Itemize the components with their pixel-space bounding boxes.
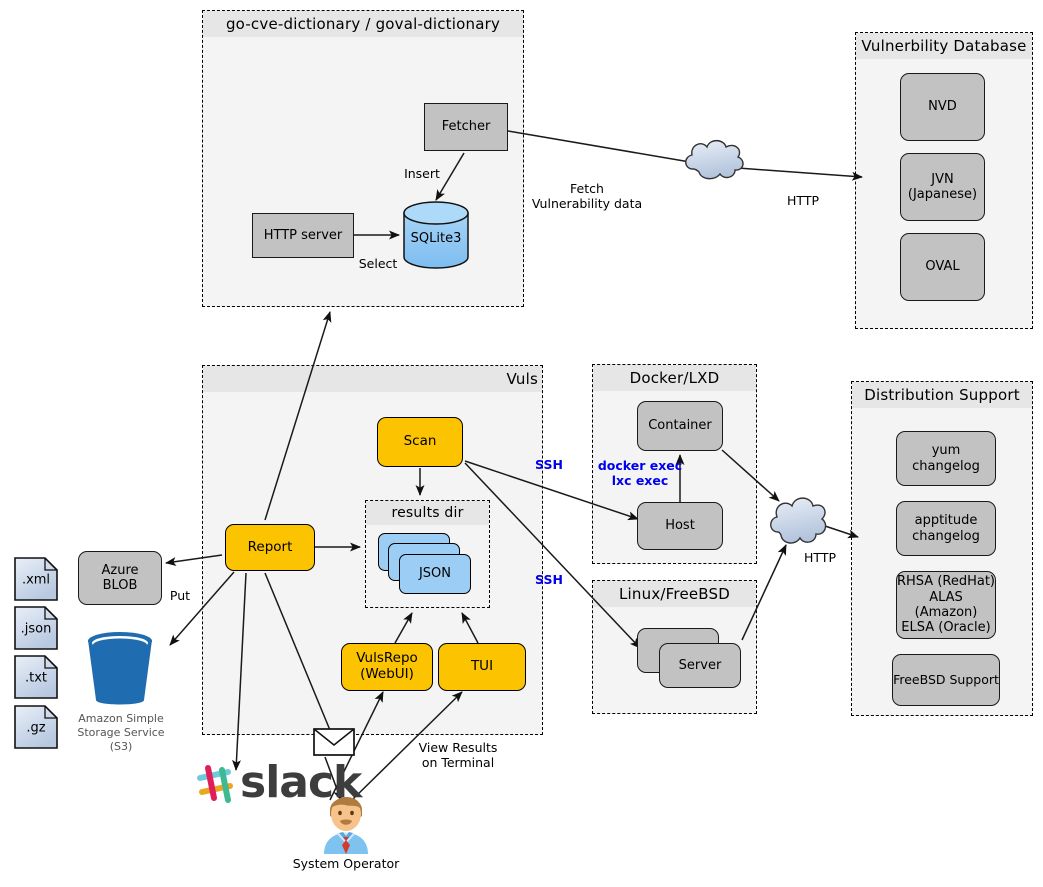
mail-icon xyxy=(313,728,355,756)
node-oval[interactable]: OVAL xyxy=(900,233,985,301)
edge-label-ssh-lower: SSH xyxy=(535,572,563,587)
file-icon-gz-label: .gz xyxy=(26,720,46,736)
file-icon-gz: .gz xyxy=(14,705,58,749)
edge-label-view-results: View Results on Terminal xyxy=(418,740,498,770)
file-icon-txt-label: .txt xyxy=(24,670,48,686)
edge-label-http-top: HTTP xyxy=(787,193,819,208)
node-apptitude-changelog[interactable]: apptitude changelog xyxy=(896,501,996,556)
panel-docker-lxd-title: Docker/LXD xyxy=(593,365,756,391)
edge-label-http-right: HTTP xyxy=(804,550,836,565)
node-host[interactable]: Host xyxy=(637,502,723,550)
node-http-server[interactable]: HTTP server xyxy=(252,213,354,258)
file-icon-txt: .txt xyxy=(14,655,58,699)
node-fetcher[interactable]: Fetcher xyxy=(424,103,508,151)
node-jvn[interactable]: JVN (Japanese) xyxy=(900,153,985,221)
panel-dictionary-title: go-cve-dictionary / goval-dictionary xyxy=(203,11,523,37)
system-operator-avatar xyxy=(310,788,382,854)
file-icon-xml-label: .xml xyxy=(21,572,51,588)
node-yum-changelog[interactable]: yum changelog xyxy=(896,431,996,486)
node-json-front[interactable]: JSON xyxy=(399,554,471,594)
node-container[interactable]: Container xyxy=(637,401,723,451)
panel-results-dir-title: results dir xyxy=(366,501,489,525)
node-server-front[interactable]: Server xyxy=(659,643,741,688)
file-icon-xml: .xml xyxy=(14,557,58,601)
cloud-icon-top xyxy=(679,136,749,182)
node-azure-blob[interactable]: Azure BLOB xyxy=(78,551,162,605)
edge-label-select: Select xyxy=(358,256,398,271)
cloud-icon-right xyxy=(765,492,829,550)
edge-label-fetch-vulnerability-data: Fetch Vulnerability data xyxy=(531,181,643,211)
edge-label-ssh-upper: SSH xyxy=(535,457,563,472)
s3-bucket-icon xyxy=(84,630,156,708)
panel-vulnerability-database-title: Vulnerbility Database xyxy=(856,33,1032,59)
panel-distribution-support-title: Distribution Support xyxy=(852,382,1032,408)
edge-label-put: Put xyxy=(169,588,191,603)
node-rhsa-alas-elsa[interactable]: RHSA (RedHat) ALAS (Amazon) ELSA (Oracle… xyxy=(896,571,996,639)
diagram-canvas: go-cve-dictionary / goval-dictionary Vul… xyxy=(0,0,1043,887)
node-freebsd-support[interactable]: FreeBSD Support xyxy=(892,654,1000,706)
node-sqlite3-cylinder[interactable]: SQLite3 xyxy=(402,201,470,269)
s3-caption: Amazon Simple Storage Service (S3) xyxy=(77,712,165,753)
node-vulsrepo[interactable]: VulsRepo (WebUI) xyxy=(341,643,433,691)
system-operator-label: System Operator xyxy=(292,856,400,871)
panel-vuls-title: Vuls xyxy=(203,366,542,392)
panel-linux-freebsd-title: Linux/FreeBSD xyxy=(593,581,756,607)
file-icon-json-label: .json xyxy=(20,621,52,637)
node-tui[interactable]: TUI xyxy=(438,643,526,691)
node-report[interactable]: Report xyxy=(225,524,315,571)
slack-icon xyxy=(192,762,240,810)
node-scan[interactable]: Scan xyxy=(377,417,463,467)
file-icon-json: .json xyxy=(14,606,58,650)
node-nvd[interactable]: NVD xyxy=(900,73,985,141)
node-sqlite3-label: SQLite3 xyxy=(410,231,462,246)
edge-label-insert: Insert xyxy=(404,166,440,181)
edge-label-docker-exec: docker exec lxc exec xyxy=(597,458,683,488)
